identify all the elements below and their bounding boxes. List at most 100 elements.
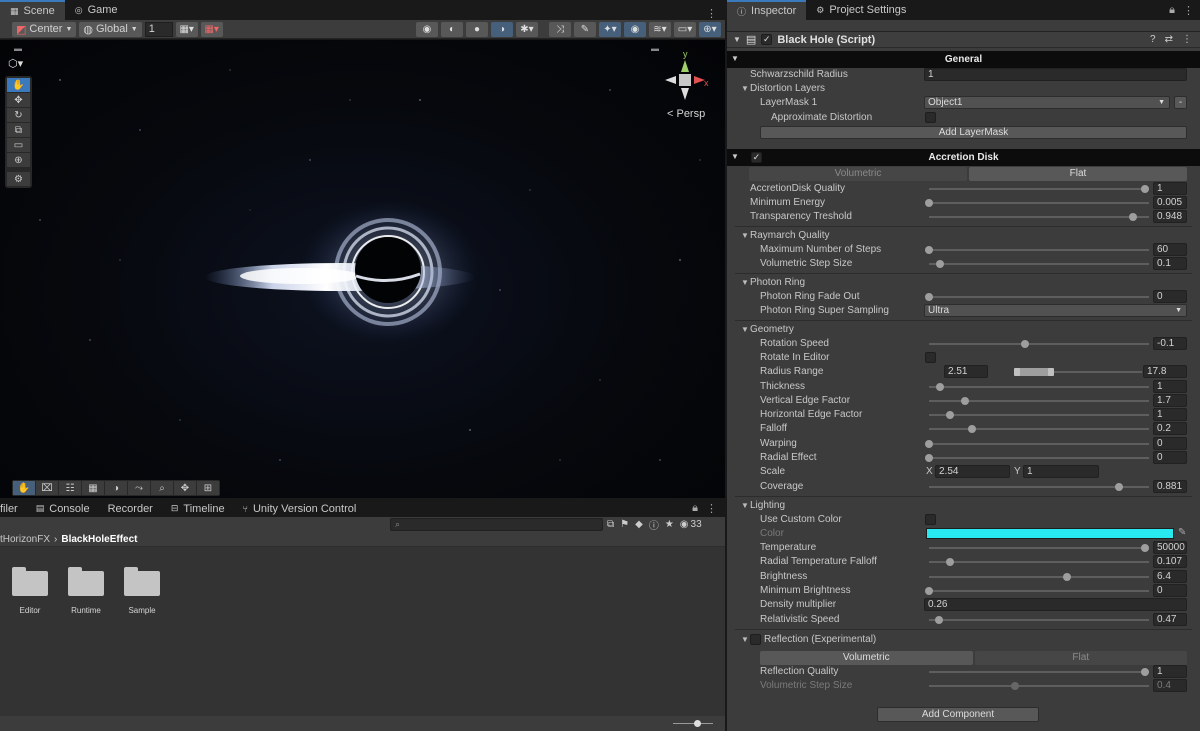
lock-icon[interactable]: 🔒︎	[1169, 4, 1175, 17]
reflection-quality-slider[interactable]	[929, 671, 1149, 673]
search-by-type-icon[interactable]: ⧉	[607, 519, 614, 530]
warping-slider[interactable]	[929, 443, 1149, 445]
tab-recorder[interactable]: Recorder	[99, 500, 162, 517]
hand-overlay-icon[interactable]: ✋	[13, 481, 35, 495]
radius-range-bar[interactable]	[1017, 368, 1051, 376]
tab-version-control[interactable]: ⑂ Unity Version Control	[234, 500, 366, 517]
lighting-toggle-icon[interactable]: ✎	[574, 21, 596, 37]
radius-range-min-knob[interactable]	[1014, 368, 1020, 376]
shading-wire-icon[interactable]: ◐	[441, 21, 463, 37]
max-steps-slider[interactable]	[929, 249, 1149, 251]
custom-tool-icon[interactable]: ⚙	[7, 172, 30, 186]
density-multiplier-field[interactable]: 0.26	[924, 598, 1187, 611]
brightness-slider-knob[interactable]	[1063, 573, 1071, 581]
radial-effect-slider-knob[interactable]	[925, 454, 933, 462]
radius-min-field[interactable]: 2.51	[944, 365, 988, 378]
folder-editor[interactable]: Editor	[2, 567, 58, 615]
kebab-menu-icon[interactable]: ⋮	[706, 502, 717, 515]
tiles-overlay-icon[interactable]: ⊞	[197, 481, 219, 495]
accretion-enabled-checkbox[interactable]: ✓	[751, 152, 762, 163]
max-steps-slider-knob[interactable]	[925, 246, 933, 254]
grid-overlay-icon[interactable]: ▦	[82, 481, 104, 495]
transform-tool-icon[interactable]: ⊕	[7, 153, 30, 167]
tab-profiler[interactable]: filer	[0, 500, 27, 517]
info-icon[interactable]: ⓘ	[649, 517, 659, 532]
tab-scene[interactable]: ▦ Scene	[0, 0, 65, 20]
rotate-tool-icon[interactable]: ↻	[7, 108, 30, 122]
falloff-slider[interactable]	[929, 428, 1149, 430]
add-component-button[interactable]: Add Component	[877, 707, 1039, 722]
move-tool-icon[interactable]: ✥	[7, 93, 30, 107]
tab-console[interactable]: ▤ Console	[27, 500, 99, 517]
help-icon[interactable]: ?	[1150, 34, 1156, 45]
minimum-energy-field[interactable]: 0.005	[1153, 196, 1187, 209]
filter-type-icon[interactable]: ⚑	[620, 519, 629, 530]
accretion-mode-volumetric[interactable]: Volumetric	[749, 167, 967, 181]
brightness-slider[interactable]	[929, 576, 1149, 578]
transparency-slider-knob[interactable]	[1129, 213, 1137, 221]
thickness-field[interactable]: 1	[1153, 380, 1187, 393]
step-size-slider[interactable]	[929, 263, 1149, 265]
warping-slider-knob[interactable]	[925, 440, 933, 448]
favorite-star-icon[interactable]: ★	[665, 519, 674, 530]
horizontal-edge-slider[interactable]	[929, 414, 1149, 416]
reflection-quality-slider-knob[interactable]	[1141, 668, 1149, 676]
reflection-mode-volumetric[interactable]: Volumetric	[760, 651, 973, 665]
preset-icon[interactable]: ⇄	[1165, 34, 1173, 45]
sliders-overlay-icon[interactable]: ☷	[59, 481, 81, 495]
tab-project-settings[interactable]: ⚙ Project Settings	[806, 0, 916, 20]
radial-effect-field[interactable]: 0	[1153, 451, 1187, 464]
add-layermask-button[interactable]: Add LayerMask	[760, 126, 1187, 139]
falloff-field[interactable]: 0.2	[1153, 422, 1187, 435]
relativistic-slider-knob[interactable]	[935, 616, 943, 624]
rotation-speed-slider-knob[interactable]	[1021, 340, 1029, 348]
thickness-slider[interactable]	[929, 386, 1149, 388]
step-size-slider-knob[interactable]	[936, 260, 944, 268]
project-search-input[interactable]: ⌕	[390, 518, 603, 531]
photon-fade-field[interactable]: 0	[1153, 290, 1187, 303]
icon-size-slider[interactable]	[673, 723, 713, 724]
thickness-slider-knob[interactable]	[936, 383, 944, 391]
temperature-field[interactable]: 50000	[1153, 541, 1187, 554]
eyedropper-icon[interactable]: ✎	[1178, 527, 1186, 538]
section-accretion-disk[interactable]: ▼ ✓ Accretion Disk	[727, 149, 1200, 166]
radial-temp-field[interactable]: 0.107	[1153, 555, 1187, 568]
rotation-speed-slider[interactable]	[929, 343, 1149, 345]
accretion-quality-slider-knob[interactable]	[1141, 185, 1149, 193]
space-dropdown[interactable]: ◍ Global ▼	[79, 21, 142, 37]
reflection-quality-field[interactable]: 1	[1153, 665, 1187, 678]
brightness-field[interactable]: 6.4	[1153, 570, 1187, 583]
accretion-quality-slider[interactable]	[929, 188, 1149, 190]
orientation-gizmo[interactable]: y x	[660, 48, 710, 108]
tab-game[interactable]: ◎ Game	[65, 0, 128, 20]
coverage-field[interactable]: 0.881	[1153, 480, 1187, 493]
scale-x-field[interactable]: 2.54	[935, 465, 1010, 478]
falloff-slider-knob[interactable]	[968, 425, 976, 433]
scale-y-field[interactable]: 1	[1023, 465, 1099, 478]
radial-temp-slider[interactable]	[929, 561, 1149, 563]
vertical-edge-slider-knob[interactable]	[961, 397, 969, 405]
shading-lit-icon[interactable]: ◑	[491, 21, 513, 37]
max-steps-field[interactable]: 60	[1153, 243, 1187, 256]
snap-settings-icon[interactable]: ▦▾	[200, 21, 223, 37]
group-raymarch-quality[interactable]: ▼ Raymarch Quality	[727, 229, 1200, 243]
layermask-dropdown[interactable]: Object1 ▼	[924, 96, 1170, 109]
layers-icon[interactable]: ≋▾	[649, 21, 671, 37]
schwarzschild-radius-field[interactable]: 1	[924, 68, 1187, 81]
rect-tool-icon[interactable]: ▭	[7, 138, 30, 152]
tab-inspector[interactable]: ⓘ Inspector	[727, 0, 807, 20]
projection-label[interactable]: < Persp	[667, 108, 705, 120]
snap-increment-field[interactable]: 1	[144, 21, 173, 37]
debug-icon[interactable]: ✱▾	[516, 21, 538, 37]
vertical-handle[interactable]: ▬	[14, 44, 22, 53]
approximate-distortion-checkbox[interactable]	[925, 112, 936, 123]
folder-runtime[interactable]: Runtime	[58, 567, 114, 615]
vertical-handle-right[interactable]: ▬	[651, 44, 659, 53]
move-overlay-icon[interactable]: ✥	[174, 481, 196, 495]
icon-size-slider-knob[interactable]	[694, 720, 701, 727]
pivot-dropdown[interactable]: ◩ Center ▼	[12, 21, 77, 37]
horizontal-edge-field[interactable]: 1	[1153, 408, 1187, 421]
temperature-slider-knob[interactable]	[1141, 544, 1149, 552]
vertical-edge-field[interactable]: 1.7	[1153, 394, 1187, 407]
transparency-slider[interactable]	[929, 216, 1149, 218]
